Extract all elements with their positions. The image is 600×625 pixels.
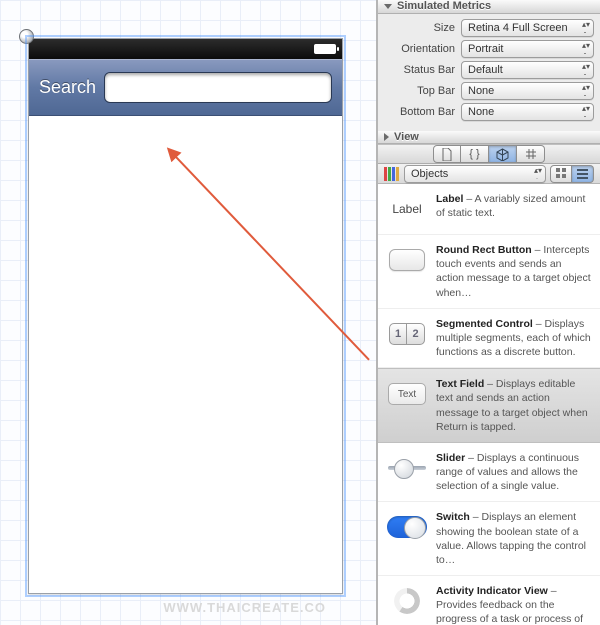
search-label: Search (39, 77, 96, 98)
section-title: View (394, 131, 419, 143)
status-bar-label: Status Bar (384, 64, 455, 76)
library-item-icon: 12 (386, 317, 428, 351)
media-library-tab[interactable] (517, 145, 545, 163)
library-item-text: Switch – Displays an element showing the… (436, 510, 592, 567)
inspector-panel: Simulated Metrics Size Retina 4 Full Scr… (377, 0, 600, 625)
library-item-text: Slider – Displays a continuous range of … (436, 451, 592, 494)
library-item-label[interactable]: Label Label – A variably sized amount of… (378, 184, 600, 235)
library-item-text: Text Field – Displays editable text and … (436, 377, 592, 434)
object-library-tab[interactable] (489, 145, 517, 163)
cube-icon (496, 148, 509, 161)
chevron-updown-icon: ▴▾ (582, 105, 590, 112)
size-popup[interactable]: Retina 4 Full Screen ▴▾ (461, 19, 594, 37)
library-item-segctl[interactable]: 12 Segmented Control – Displays multiple… (378, 309, 600, 369)
iphone-simulator-view[interactable]: Search (28, 38, 343, 594)
label-icon: Label (392, 202, 421, 216)
selection-outline (25, 35, 346, 597)
chevron-updown-icon: ▴▾ (534, 167, 542, 174)
library-category-popup[interactable]: Objects ▴▾ (404, 165, 546, 183)
library-item-icon (386, 584, 428, 618)
top-bar-label: Top Bar (384, 85, 455, 97)
grid-icon (556, 168, 567, 179)
braces-icon: { } (469, 148, 479, 160)
chevron-updown-icon: ▴▾ (582, 42, 590, 49)
text-field-icon: Text (388, 383, 426, 405)
library-tab-bar: { } (378, 144, 600, 164)
library-item-icon: Text (386, 377, 428, 411)
disclosure-triangle-icon (384, 133, 389, 141)
chevron-updown-icon: ▴▾ (582, 21, 590, 28)
view-mode-segment (550, 165, 594, 183)
books-icon (384, 167, 400, 181)
chevron-updown-icon: ▴▾ (582, 63, 590, 70)
top-bar-popup[interactable]: None ▴▾ (461, 82, 594, 100)
view-section-header[interactable]: View (378, 131, 600, 145)
watermark-text: WWW.THAICREATE.CO (163, 600, 326, 615)
status-bar-popup[interactable]: Default ▴▾ (461, 61, 594, 79)
library-item-text: Segmented Control – Displays multiple se… (436, 317, 592, 360)
library-item-switch[interactable]: Switch – Displays an element showing the… (378, 502, 600, 576)
library-item-slider[interactable]: Slider – Displays a continuous range of … (378, 443, 600, 503)
switch-icon (387, 516, 427, 538)
slider-icon (388, 461, 426, 475)
disclosure-triangle-icon (384, 4, 392, 9)
section-title: Simulated Metrics (397, 0, 491, 12)
library-item-textfld[interactable]: Text Text Field – Displays editable text… (378, 368, 600, 443)
library-item-activity[interactable]: Activity Indicator View – Provides feedb… (378, 576, 600, 625)
bottom-bar-label: Bottom Bar (384, 106, 455, 118)
file-templates-tab[interactable] (433, 145, 461, 163)
simulated-metrics-section: Size Retina 4 Full Screen ▴▾ Orientation… (378, 14, 600, 131)
orientation-popup[interactable]: Portrait ▴▾ (461, 40, 594, 58)
library-item-icon (386, 510, 428, 544)
library-item-icon (386, 243, 428, 277)
size-label: Size (384, 22, 455, 34)
chevron-updown-icon: ▴▾ (582, 84, 590, 91)
library-item-text: Activity Indicator View – Provides feedb… (436, 584, 592, 625)
library-item-button[interactable]: Round Rect Button – Intercepts touch eve… (378, 235, 600, 309)
object-library-list[interactable]: Label Label – A variably sized amount of… (378, 184, 600, 625)
segmented-control-icon: 12 (389, 323, 425, 345)
library-item-text: Label – A variably sized amount of stati… (436, 192, 592, 220)
grid-icon (525, 148, 537, 160)
list-view-button[interactable] (572, 165, 594, 183)
navigation-bar[interactable]: Search (29, 59, 342, 116)
library-item-text: Round Rect Button – Intercepts touch eve… (436, 243, 592, 300)
icon-view-button[interactable] (550, 165, 572, 183)
document-icon (441, 148, 453, 161)
list-icon (577, 168, 588, 179)
orientation-label: Orientation (384, 43, 455, 55)
interface-builder-canvas[interactable]: Search WWW.THAICREATE.CO (0, 0, 377, 625)
library-filter-bar: Objects ▴▾ (378, 164, 600, 184)
battery-icon (314, 44, 336, 54)
status-bar (29, 39, 342, 59)
activity-indicator-icon (394, 588, 420, 614)
simulated-metrics-header[interactable]: Simulated Metrics (378, 0, 600, 14)
search-text-field[interactable] (104, 72, 332, 103)
library-item-icon: Label (386, 192, 428, 226)
round-rect-button-icon (389, 249, 425, 271)
code-snippets-tab[interactable]: { } (461, 145, 489, 163)
library-item-icon (386, 451, 428, 485)
bottom-bar-popup[interactable]: None ▴▾ (461, 103, 594, 121)
